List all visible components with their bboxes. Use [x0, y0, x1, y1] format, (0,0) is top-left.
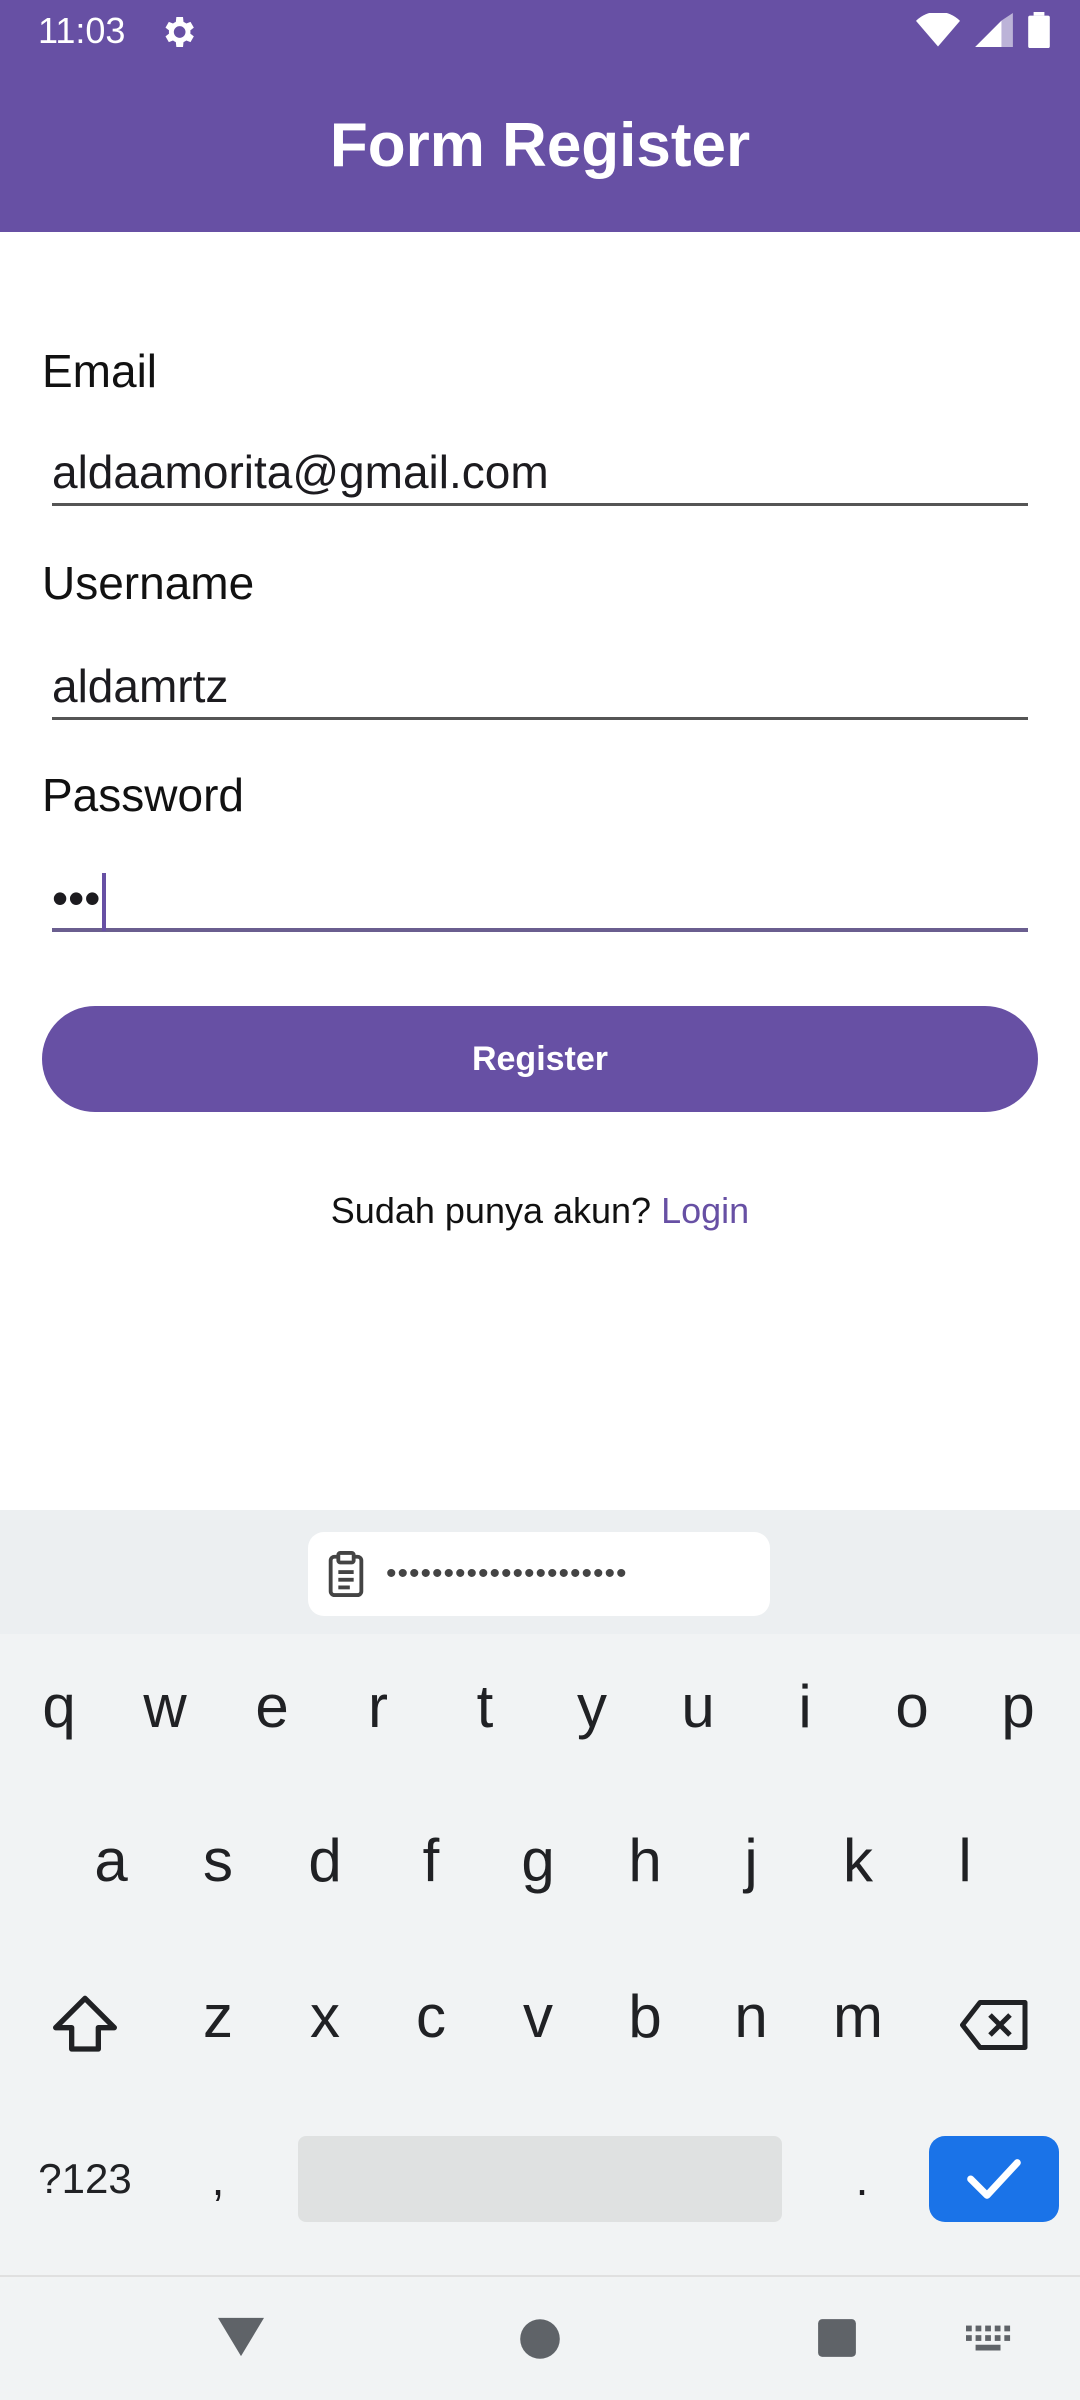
username-field[interactable]: aldamrtz	[52, 652, 1028, 720]
email-label: Email	[42, 345, 158, 397]
key-h[interactable]: h	[595, 1826, 695, 1895]
key-s[interactable]: s	[168, 1826, 268, 1895]
settings-gear-icon	[165, 17, 194, 47]
login-link[interactable]: Login	[661, 1190, 749, 1231]
battery-icon	[1028, 12, 1050, 48]
status-time: 11:03	[38, 10, 126, 51]
key-y[interactable]: y	[542, 1672, 642, 1741]
password-value: •••	[52, 872, 101, 924]
text-caret	[102, 872, 107, 931]
key-w[interactable]: w	[115, 1672, 215, 1741]
key-u[interactable]: u	[648, 1672, 748, 1741]
key-f[interactable]: f	[381, 1826, 481, 1895]
email-field[interactable]: aldaamorita@gmail.com	[52, 438, 1028, 506]
username-label: Username	[42, 557, 255, 609]
symbols-key[interactable]: ?123	[20, 2144, 150, 2214]
key-c[interactable]: c	[381, 1982, 481, 2051]
key-j[interactable]: j	[701, 1826, 801, 1895]
shift-arrow-icon	[53, 1995, 117, 2052]
key-p[interactable]: p	[968, 1672, 1068, 1741]
login-prompt-text: Sudah punya akun?	[330, 1190, 652, 1231]
clipboard-icon	[328, 1551, 364, 1597]
clipboard-suggestion-text: •••••••••••••••••••••	[386, 1557, 628, 1590]
password-label: Password	[42, 769, 244, 821]
key-z[interactable]: z	[168, 1982, 268, 2051]
wifi-icon	[916, 13, 960, 47]
checkmark-icon	[967, 2159, 1021, 2199]
backspace-key[interactable]	[950, 1990, 1040, 2060]
key-o[interactable]: o	[862, 1672, 962, 1741]
status-icons	[916, 12, 1050, 48]
recents-square-icon[interactable]	[816, 2317, 858, 2359]
key-v[interactable]: v	[488, 1982, 588, 2051]
key-i[interactable]: i	[755, 1672, 855, 1741]
home-circle-icon[interactable]	[518, 2317, 562, 2361]
key-d[interactable]: d	[275, 1826, 375, 1895]
key-m[interactable]: m	[808, 1982, 908, 2051]
shift-key[interactable]	[40, 1990, 130, 2060]
key-e[interactable]: e	[222, 1672, 322, 1741]
comma-key[interactable]: ,	[178, 2144, 258, 2214]
key-b[interactable]: b	[595, 1982, 695, 2051]
key-r[interactable]: r	[328, 1672, 428, 1741]
backspace-icon	[960, 2000, 1028, 2050]
register-button[interactable]: Register	[42, 1006, 1038, 1112]
login-prompt-line: Sudah punya akun? Login	[0, 1190, 1080, 1232]
key-x[interactable]: x	[275, 1982, 375, 2051]
app-bar: 11:03 Form Register	[0, 0, 1080, 232]
back-triangle-icon[interactable]	[218, 2317, 264, 2357]
key-g[interactable]: g	[488, 1826, 588, 1895]
period-key[interactable]: .	[822, 2144, 902, 2214]
space-bar[interactable]	[298, 2136, 782, 2222]
key-t[interactable]: t	[435, 1672, 535, 1741]
signal-icon	[975, 13, 1013, 47]
keyboard-switch-icon[interactable]	[966, 2325, 1012, 2353]
key-n[interactable]: n	[701, 1982, 801, 2051]
key-q[interactable]: q	[9, 1672, 109, 1741]
system-nav-bar	[0, 2275, 1080, 2400]
clipboard-suggestion-chip[interactable]: •••••••••••••••••••••	[308, 1532, 770, 1616]
password-field[interactable]: •••	[52, 864, 1028, 932]
key-k[interactable]: k	[808, 1826, 908, 1895]
key-a[interactable]: a	[61, 1826, 161, 1895]
page-title: Form Register	[329, 111, 751, 180]
key-l[interactable]: l	[915, 1826, 1015, 1895]
enter-key[interactable]	[929, 2136, 1059, 2222]
